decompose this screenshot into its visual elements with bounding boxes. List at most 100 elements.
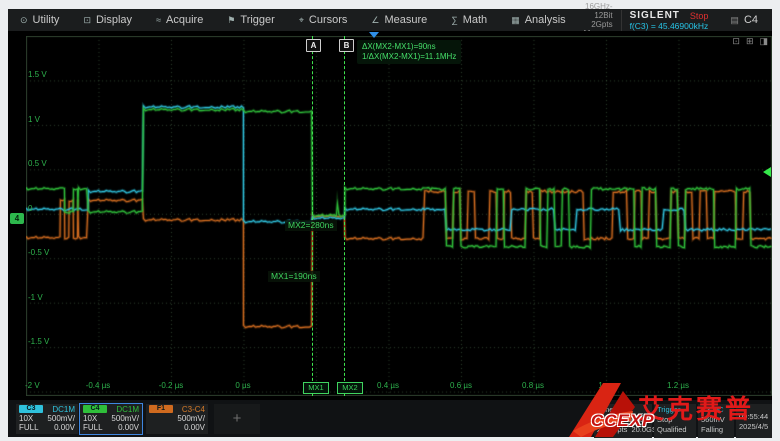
- y-axis-label: 0: [28, 204, 32, 213]
- x-axis-label: 0.8 µs: [511, 381, 555, 390]
- y-axis-label: -2 V: [25, 381, 40, 390]
- c3-attenuation: 10X: [19, 414, 33, 423]
- acquisition-state[interactable]: Stop: [690, 11, 709, 21]
- clock-date: 2025/4/5: [739, 422, 769, 432]
- display-icon: ⊡: [83, 15, 91, 26]
- fullscreen-icon[interactable]: ⊞: [746, 36, 754, 47]
- trigger-source-box[interactable]: C3 DC 560mV Falling: [698, 404, 734, 438]
- frequency-counter: f(C3) = 45.46900kHz: [630, 21, 709, 31]
- add-channel-button[interactable]: +: [214, 404, 260, 434]
- c3-badge: C3: [19, 405, 43, 413]
- y-axis-label: 1 V: [28, 115, 40, 124]
- cursor-delta-readout: ΔX(MX2-MX1)=90ns: [362, 42, 456, 52]
- x-axis-label: -0.4 µs: [76, 381, 120, 390]
- wave-icon: ≈: [156, 15, 161, 25]
- cursor-a-flag[interactable]: A: [306, 39, 321, 52]
- menu-analysis[interactable]: ▦ Analysis: [499, 9, 577, 31]
- trigger-source: C3 DC: [701, 405, 731, 415]
- y-axis-label: 1.5 V: [28, 70, 47, 79]
- channel-icon: ▤: [730, 15, 739, 26]
- sound-icon[interactable]: ◨: [759, 36, 768, 47]
- x-axis-label: 0.6 µs: [439, 381, 483, 390]
- trigger-status: Stop: [657, 415, 693, 425]
- display-corner-icons: ⊡ ⊞ ◨: [732, 36, 768, 47]
- brand-logo: SIGLENT: [630, 11, 680, 21]
- menu-bar: ⊙ Utility ⊡ Display ≈ Acquire ⚑ Trigger …: [8, 9, 772, 32]
- c3-scale: 500mV/: [47, 414, 75, 423]
- menu-utility-label: Utility: [33, 14, 60, 26]
- menu-math-label: Math: [463, 14, 487, 26]
- f1-scale: 500mV/: [177, 414, 205, 423]
- timebase-points: 2.00Gpts: [597, 425, 627, 435]
- channel-box-c3[interactable]: C3 DC1M 10X 500mV/ FULL 0.00V: [16, 404, 78, 434]
- timebase-delay: 0.00ns: [597, 415, 620, 425]
- f1-badge: F1: [149, 405, 173, 413]
- sigma-icon: ∑: [451, 15, 457, 25]
- c4-attenuation: 10X: [83, 414, 97, 423]
- menu-display-label: Display: [96, 14, 132, 26]
- crosshair-icon: ⌖: [299, 15, 304, 26]
- menu-math[interactable]: ∑ Math: [439, 9, 499, 31]
- mx1-value-label: MX1=190ns: [268, 271, 320, 282]
- channel-ground-marker[interactable]: 4: [10, 213, 24, 224]
- trigger-slope: Falling: [701, 425, 731, 435]
- menu-cursors[interactable]: ⌖ Cursors: [287, 9, 360, 31]
- y-axis-label: 0.5 V: [28, 159, 47, 168]
- mx2-value-label: MX2=280ns: [285, 220, 337, 231]
- trigger-level: 560mV: [701, 415, 731, 425]
- brand-block: SIGLENT Stop f(C3) = 45.46900kHz: [621, 10, 717, 31]
- datetime-box: 09:55:44 2025/4/5: [736, 404, 772, 438]
- menu-measure-label: Measure: [385, 14, 428, 26]
- channel-box-f1[interactable]: F1 C3-C4 500mV/ 0.00V: [146, 404, 208, 434]
- mx1-tag[interactable]: MX1: [303, 382, 329, 394]
- f1-source: C3-C4: [182, 405, 205, 414]
- cursor-mx1-line[interactable]: [312, 36, 313, 396]
- f1-offset: 0.00V: [184, 423, 205, 432]
- c4-coupling: DC1M: [116, 405, 139, 414]
- menu-utility[interactable]: ⊙ Utility: [8, 9, 71, 31]
- trigger-position-marker[interactable]: [369, 32, 379, 38]
- clock-time: 09:55:44: [739, 412, 769, 422]
- y-axis-label: -0.5 V: [28, 248, 49, 257]
- x-axis-label: -0.2 µs: [149, 381, 193, 390]
- trigger-title: Trigger: [657, 405, 693, 415]
- menu-trigger-label: Trigger: [240, 14, 274, 26]
- chart-icon: ▦: [511, 15, 520, 26]
- c3-bandwidth: FULL: [19, 423, 39, 432]
- x-axis-label: 0.4 µs: [366, 381, 410, 390]
- menu-cursors-label: Cursors: [309, 14, 348, 26]
- flag-icon: ⚑: [227, 15, 235, 26]
- menu-measure[interactable]: ∠ Measure: [359, 9, 439, 31]
- active-channel-label: C4: [744, 14, 758, 26]
- channel-box-c4[interactable]: C4 DC1M 10X 500mV/ FULL 0.00V: [80, 404, 142, 434]
- timebase-title: Timebase: [597, 405, 649, 415]
- menu-trigger[interactable]: ⚑ Trigger: [215, 9, 287, 31]
- cursor-measurement-readout: ΔX(MX2-MX1)=90ns 1/ΔX(MX2-MX1)=11.1MHz: [357, 40, 461, 64]
- x-axis-label: 1 µs: [584, 381, 628, 390]
- waveform-display[interactable]: [26, 36, 772, 396]
- c4-badge: C4: [83, 405, 107, 413]
- timebase-scale: 100ns/div: [624, 415, 656, 425]
- cursor-mx2-line[interactable]: [344, 36, 345, 396]
- camera-icon[interactable]: ⊡: [732, 36, 740, 47]
- gear-icon: ⊙: [20, 15, 28, 26]
- trigger-level-marker[interactable]: [763, 167, 771, 177]
- bottom-status-bar: C3 DC1M 10X 500mV/ FULL 0.00V C4 DC1M 10…: [8, 400, 772, 437]
- menu-display[interactable]: ⊡ Display: [71, 9, 144, 31]
- c4-offset: 0.00V: [118, 423, 139, 432]
- c3-offset: 0.00V: [54, 423, 75, 432]
- y-axis-label: -1 V: [28, 293, 43, 302]
- x-axis-label: 1.2 µs: [656, 381, 700, 390]
- trigger-box[interactable]: Trigger Stop Qualified: [654, 404, 696, 438]
- menu-acquire-label: Acquire: [166, 14, 203, 26]
- cursor-freq-readout: 1/ΔX(MX2-MX1)=11.1MHz: [362, 52, 456, 62]
- x-axis-label: 0 µs: [221, 381, 265, 390]
- menu-acquire[interactable]: ≈ Acquire: [144, 9, 215, 31]
- ruler-icon: ∠: [371, 15, 379, 26]
- timebase-box[interactable]: Timebase 0.00ns 100ns/div 2.00Gpts 20.0G…: [594, 404, 652, 438]
- cursor-b-flag[interactable]: B: [339, 39, 354, 52]
- mx2-tag[interactable]: MX2: [337, 382, 363, 394]
- active-channel-indicator[interactable]: ▤ C4: [716, 14, 772, 26]
- waveform-area: ⊡ ⊞ ◨ 1.5 V 1 V 0.5 V 0 -0.5 V -1 V -1.5…: [8, 31, 772, 400]
- menu-analysis-label: Analysis: [525, 14, 566, 26]
